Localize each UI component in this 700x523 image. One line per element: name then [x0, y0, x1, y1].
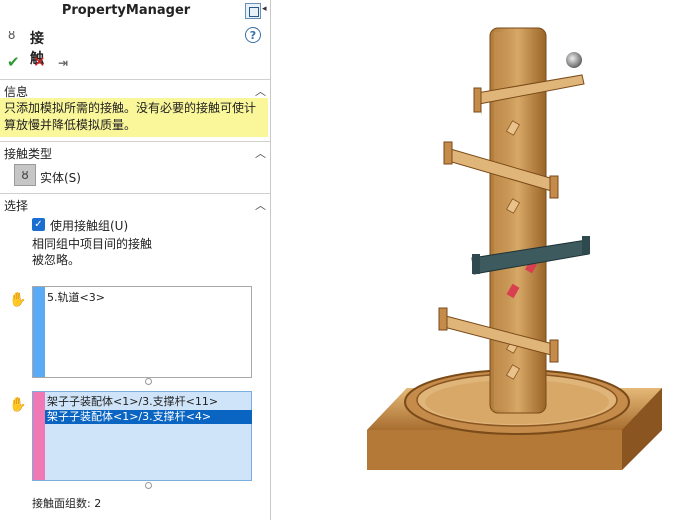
panel-title: PropertyManager: [61, 3, 191, 18]
chevron-up-icon[interactable]: ︿: [255, 145, 266, 161]
selection-list-b[interactable]: 架子子装配体<1>/3.支撑杆<11> 架子子装配体<1>/3.支撑杆<4>: [32, 391, 252, 481]
color-stripe: [33, 287, 45, 377]
chevron-up-icon[interactable]: ︿: [255, 83, 266, 99]
contact-icon: ȣ: [8, 28, 16, 42]
panel-layout-icon[interactable]: [245, 3, 261, 19]
marble-run-model[interactable]: [272, 0, 700, 520]
pushpin-icon[interactable]: ◂: [262, 4, 267, 14]
group-note: 相同组中项目间的接触被忽略。: [32, 237, 153, 267]
selection-header[interactable]: 选择: [4, 197, 28, 214]
resize-handle[interactable]: [145, 482, 152, 489]
solid-type-button[interactable]: ȣ: [14, 164, 36, 186]
list-item[interactable]: 架子子装配体<1>/3.支撑杆<11>: [47, 395, 218, 409]
divider: [0, 193, 270, 194]
marble-ball[interactable]: [566, 52, 582, 68]
ok-button[interactable]: ✔: [7, 53, 20, 71]
chevron-up-icon[interactable]: ︿: [255, 197, 266, 213]
use-contact-group-label[interactable]: 使用接触组(U): [50, 217, 128, 234]
component-icon: ✋: [9, 292, 27, 308]
contact-set-count: 接触面组数: 2: [32, 497, 102, 510]
use-contact-group-checkbox[interactable]: ✓: [32, 218, 45, 231]
info-message: 只添加模拟所需的接触。没有必要的接触可使计算放慢并降低模拟质量。: [0, 98, 268, 137]
color-stripe: [33, 392, 45, 480]
selection-list-a[interactable]: 5.轨道<3>: [32, 286, 252, 378]
divider: [0, 141, 270, 142]
list-item-selected[interactable]: 架子子装配体<1>/3.支撑杆<4>: [45, 410, 252, 424]
keep-visible-button[interactable]: ⇥: [58, 56, 68, 70]
property-manager-panel: PropertyManager ◂ ȣ 接触 ? ✔ ✕ ⇥ 信息 ︿ 只添加模…: [0, 0, 271, 520]
resize-handle[interactable]: [145, 378, 152, 385]
graphics-area[interactable]: [272, 0, 700, 520]
contact-type-header[interactable]: 接触类型: [4, 145, 52, 162]
list-item[interactable]: 5.轨道<3>: [47, 291, 105, 305]
cancel-button[interactable]: ✕: [33, 53, 46, 71]
help-icon[interactable]: ?: [245, 27, 261, 43]
component-icon: ✋: [9, 397, 27, 413]
solid-type-label: 实体(S): [40, 171, 81, 185]
divider: [0, 79, 270, 80]
